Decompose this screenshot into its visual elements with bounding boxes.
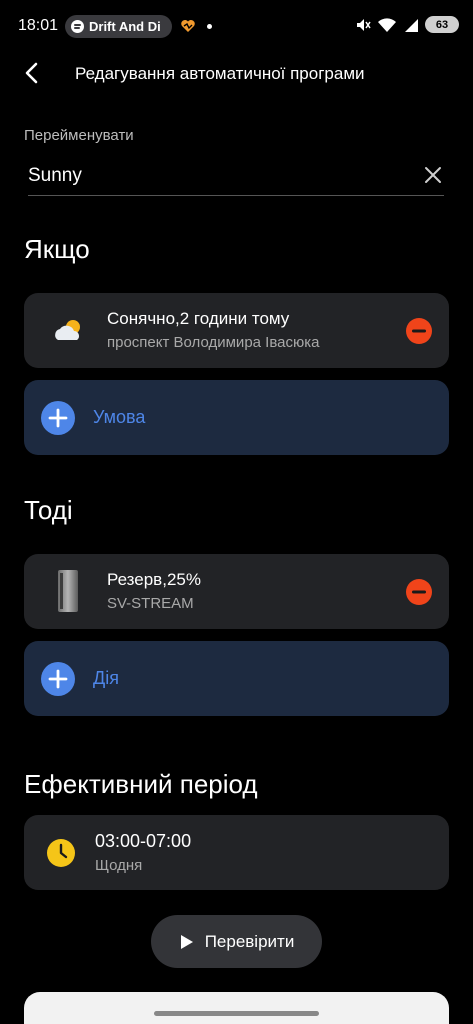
- rename-label: Перейменувати: [24, 127, 134, 144]
- condition-subtitle: проспект Володимира Івасюка: [107, 334, 320, 351]
- remove-action-button[interactable]: [405, 578, 433, 606]
- media-pill[interactable]: Drift And Di: [65, 15, 172, 38]
- chevron-left-icon: [25, 62, 38, 84]
- status-bar: 18:01 Drift And Di 63: [0, 0, 473, 52]
- media-pill-text: Drift And Di: [89, 19, 161, 34]
- back-button[interactable]: [16, 58, 46, 88]
- rename-input[interactable]: [28, 162, 408, 190]
- clock-icon: [47, 839, 75, 867]
- status-right-icons: 63: [355, 16, 459, 33]
- check-button[interactable]: Перевірити: [151, 915, 322, 968]
- battery-indicator: 63: [425, 16, 459, 33]
- if-section-title: Якщо: [24, 234, 90, 264]
- check-button-label: Перевірити: [204, 931, 295, 951]
- period-card[interactable]: 03:00-07:00 Щодня: [24, 815, 449, 890]
- period-repeat: Щодня: [95, 857, 143, 874]
- condition-card[interactable]: Сонячно,2 години тому проспект Володимир…: [24, 293, 449, 368]
- remove-condition-button[interactable]: [405, 317, 433, 345]
- action-subtitle: SV-STREAM: [107, 595, 194, 612]
- notification-dot: [207, 24, 212, 29]
- condition-title: Сонячно,2 години тому: [107, 309, 290, 328]
- home-indicator[interactable]: [154, 1011, 319, 1016]
- play-icon: [180, 934, 193, 949]
- mute-icon: [357, 18, 371, 31]
- heart-app-icon: [181, 20, 195, 32]
- weather-sun-cloud-icon: [55, 320, 80, 340]
- screen: 18:01 Drift And Di 63 Редагування автома…: [0, 0, 473, 1024]
- add-condition-button[interactable]: Умова: [24, 380, 449, 455]
- bottom-panel: [24, 992, 449, 1024]
- add-condition-label: Умова: [93, 407, 146, 427]
- rename-field: [28, 158, 444, 196]
- battery-device-icon: [58, 570, 78, 612]
- add-action-button[interactable]: Дія: [24, 641, 449, 716]
- app-header: Редагування автоматичної програми: [0, 52, 473, 96]
- then-section-title: Тоді: [24, 495, 73, 525]
- spotify-icon: [71, 20, 84, 33]
- wifi-icon: [378, 17, 396, 32]
- status-time: 18:01: [18, 17, 59, 34]
- add-action-label: Дія: [93, 668, 119, 688]
- action-title: Резерв,25%: [107, 570, 201, 589]
- plus-circle-icon: [41, 662, 75, 696]
- page-title: Редагування автоматичної програми: [75, 64, 365, 83]
- period-time-range: 03:00-07:00: [95, 831, 192, 851]
- clear-icon[interactable]: [422, 164, 444, 186]
- action-card[interactable]: Резерв,25% SV-STREAM: [24, 554, 449, 629]
- plus-circle-icon: [41, 401, 75, 435]
- signal-icon: [405, 18, 418, 32]
- period-section-title: Ефективний період: [24, 769, 258, 799]
